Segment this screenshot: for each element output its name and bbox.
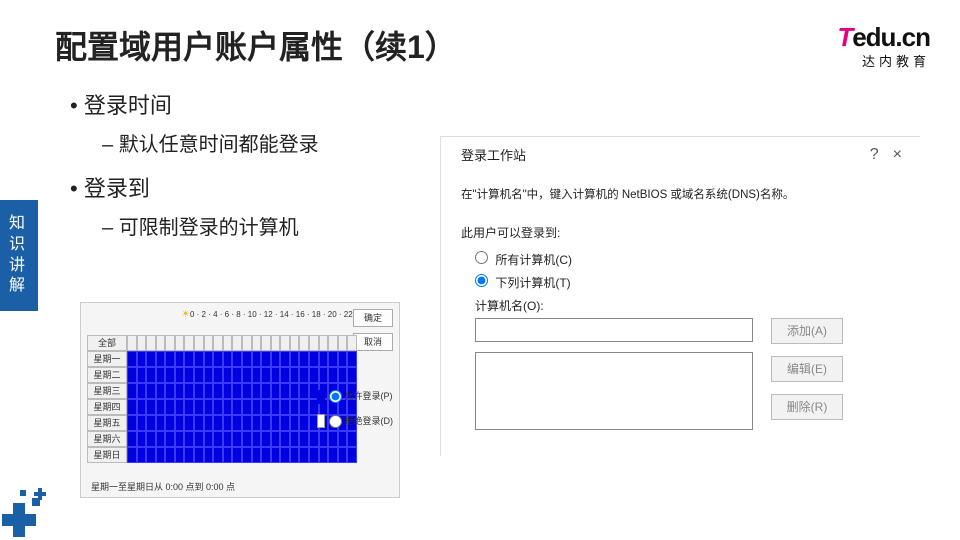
computer-name-label: 计算机名(O): xyxy=(475,297,902,314)
section-label: 此用户可以登录到: xyxy=(461,224,902,241)
allow-radio[interactable] xyxy=(329,390,342,403)
sun-icon: ☀ xyxy=(181,309,190,320)
computer-list[interactable] xyxy=(475,352,753,430)
remove-button[interactable]: 删除(R) xyxy=(771,394,843,420)
allow-label: 允许登录(P) xyxy=(345,391,393,401)
brand-logo: Tedu.cn 达内教育 xyxy=(837,22,930,70)
bullet-login-to-sub: 可限制登录的计算机 xyxy=(102,211,319,240)
day-row[interactable]: 全部 xyxy=(87,335,357,351)
logon-workstations-dialog: 登录工作站 ? × 在"计算机名"中，键入计算机的 NetBIOS 或域名系统(… xyxy=(440,136,920,456)
day-label: 星期一 xyxy=(87,351,127,367)
dialog-title: 登录工作站 xyxy=(461,145,526,164)
close-icon[interactable]: × xyxy=(893,146,902,164)
deny-radio[interactable] xyxy=(329,415,342,428)
cancel-button[interactable]: 取消 xyxy=(353,333,393,351)
day-label: 全部 xyxy=(87,335,127,351)
day-row[interactable]: 星期日 xyxy=(87,447,357,463)
legend: 允许登录(P) 拒绝登录(D) xyxy=(317,389,393,438)
bullet-login-time-sub: 默认任意时间都能登录 xyxy=(102,128,319,157)
day-label: 星期六 xyxy=(87,431,127,447)
hours-ticks: 0 · 2 · 4 · 6 · 8 · 10 · 12 · 14 · 16 · … xyxy=(190,310,364,319)
bullet-login-time: 登录时间 xyxy=(70,88,319,120)
dialog-description: 在"计算机名"中，键入计算机的 NetBIOS 或域名系统(DNS)名称。 xyxy=(461,186,902,202)
radio-all-label: 所有计算机(C) xyxy=(495,253,572,267)
radio-following-computers[interactable] xyxy=(475,274,488,287)
bullet-login-to: 登录到 xyxy=(70,171,319,203)
edit-button[interactable]: 编辑(E) xyxy=(771,356,843,382)
deny-label: 拒绝登录(D) xyxy=(345,416,394,426)
side-tab-knowledge: 知识讲解 xyxy=(0,200,38,311)
logo-text: edu.cn xyxy=(852,22,930,52)
computer-name-input[interactable] xyxy=(475,318,753,342)
day-row[interactable]: 星期二 xyxy=(87,367,357,383)
radio-all-computers[interactable] xyxy=(475,251,488,264)
slide-title: 配置域用户账户属性（续1） xyxy=(55,22,457,68)
day-label: 星期日 xyxy=(87,447,127,463)
hours-footer: 星期一至星期日从 0:00 点到 0:00 点 xyxy=(91,480,235,493)
bullet-list: 登录时间 默认任意时间都能登录 登录到 可限制登录的计算机 xyxy=(70,88,319,254)
add-button[interactable]: 添加(A) xyxy=(771,318,843,344)
radio-following-label: 下列计算机(T) xyxy=(495,276,570,290)
day-label: 星期三 xyxy=(87,383,127,399)
ok-button[interactable]: 确定 xyxy=(353,309,393,327)
logo-letter: T xyxy=(837,22,852,52)
corner-plus-icon xyxy=(2,488,62,538)
logo-subtitle: 达内教育 xyxy=(837,51,930,70)
day-label: 星期五 xyxy=(87,415,127,431)
day-label: 星期四 xyxy=(87,399,127,415)
day-label: 星期二 xyxy=(87,367,127,383)
logon-hours-dialog: ☀ 0 · 2 · 4 · 6 · 8 · 10 · 12 · 14 · 16 … xyxy=(80,302,400,498)
help-icon[interactable]: ? xyxy=(870,146,879,164)
day-row[interactable]: 星期一 xyxy=(87,351,357,367)
